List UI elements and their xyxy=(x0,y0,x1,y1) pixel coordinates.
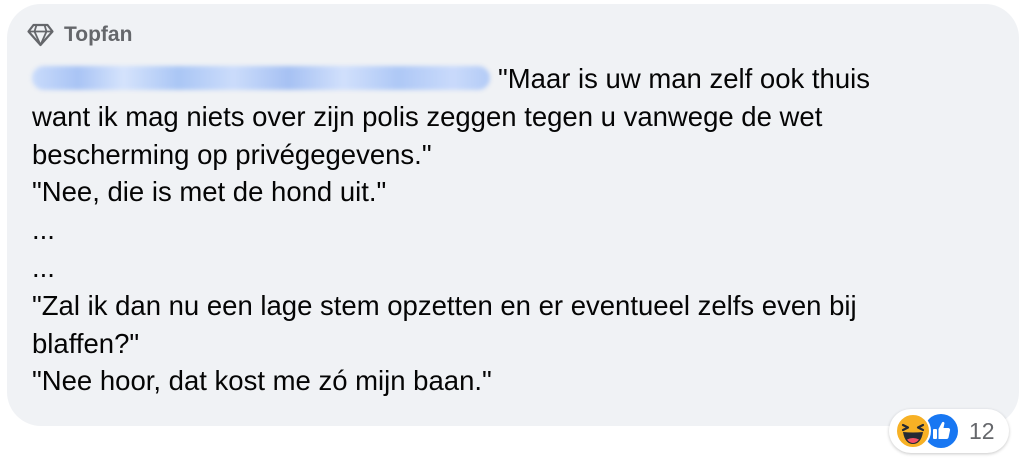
comment-line: "Nee, die is met de hond uit." xyxy=(32,176,387,208)
comment-line: bescherming op privégegevens." xyxy=(32,138,432,170)
reactions-summary[interactable]: 12 xyxy=(889,409,1009,453)
comment-text: "Maar is uw man zelf ook thuis want ik m… xyxy=(32,60,997,400)
author-name-redacted[interactable] xyxy=(32,66,490,90)
badge-label: Topfan xyxy=(64,23,133,46)
haha-icon xyxy=(895,413,931,449)
comment-line: ... xyxy=(32,251,55,283)
comment-bubble: Topfan "Maar is uw man zelf ook thuis wa… xyxy=(7,4,1019,426)
comment-line: want ik mag niets over zijn polis zeggen… xyxy=(32,100,823,132)
comment-line: blaffen?" xyxy=(32,327,140,359)
diamond-icon xyxy=(27,23,54,47)
comment-line: "Maar is uw man zelf ook thuis xyxy=(498,63,870,94)
comment-line: "Nee hoor, dat kost me zó mijn baan." xyxy=(32,365,492,397)
reaction-count: 12 xyxy=(969,417,995,444)
comment-line: "Zal ik dan nu een lage stem opzetten en… xyxy=(32,289,857,321)
topfan-badge[interactable]: Topfan xyxy=(27,20,132,50)
comment-line: ... xyxy=(32,214,55,246)
